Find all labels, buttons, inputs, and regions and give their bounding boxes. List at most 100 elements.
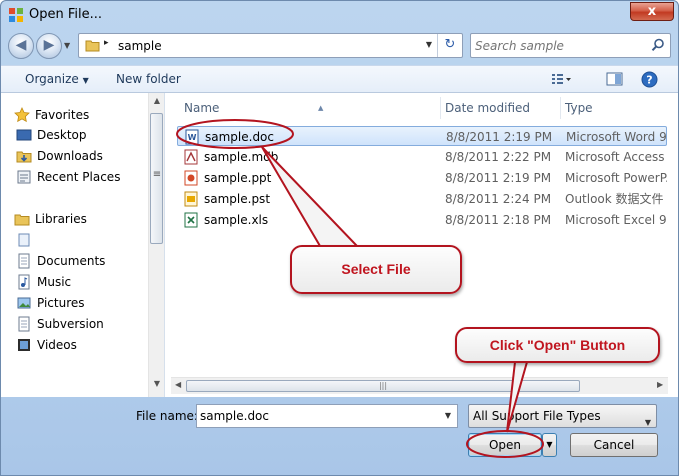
navigation-pane: Favorites Desktop Downloads Recent Place…: [1, 93, 165, 397]
scroll-left-icon[interactable]: ◀: [175, 380, 181, 389]
breadcrumb-sample[interactable]: sample: [118, 39, 162, 53]
file-type-select[interactable]: All Support File Types ▼: [468, 404, 657, 428]
nav-pane-scrollbar[interactable]: ▲ ≡ ▼: [148, 93, 164, 397]
file-name: sample.ppt: [204, 171, 272, 185]
open-button[interactable]: Open: [468, 433, 542, 457]
file-name: sample.doc: [205, 130, 274, 144]
file-type: Microsoft Word 9...: [566, 130, 668, 144]
app-icon: [9, 8, 23, 22]
back-button[interactable]: ◀: [8, 33, 34, 59]
filename-label: File name:: [136, 409, 198, 423]
file-date: 8/8/2011 2:19 PM: [446, 130, 553, 144]
new-folder-button[interactable]: New folder: [116, 72, 181, 86]
filename-combo[interactable]: ▼: [196, 404, 458, 428]
search-icon[interactable]: [651, 38, 665, 52]
file-row-sample-xls[interactable]: sample.xls 8/8/2011 2:18 PM Microsoft Ex…: [177, 210, 667, 230]
file-type-value: All Support File Types: [473, 409, 601, 423]
search-box[interactable]: [470, 33, 671, 58]
file-name: sample.pst: [204, 192, 271, 206]
scroll-up-icon[interactable]: ▲: [149, 93, 165, 109]
help-icon[interactable]: ?: [641, 71, 658, 88]
nav-documents-label: Documents: [37, 254, 106, 268]
nav-favorites-label: Favorites: [35, 108, 90, 122]
open-split-dropdown[interactable]: ▼: [542, 433, 557, 457]
folder-icon: [85, 40, 100, 52]
horizontal-scrollbar[interactable]: ◀ ||| ▶: [171, 377, 668, 394]
refresh-button[interactable]: ↻: [437, 34, 462, 57]
file-date: 8/8/2011 2:19 PM: [445, 171, 552, 185]
nav-recent-places[interactable]: Recent Places: [17, 167, 121, 187]
file-type: Outlook 数据文件: [565, 192, 664, 206]
close-button[interactable]: x: [630, 2, 674, 21]
forward-button[interactable]: ▶: [36, 33, 62, 59]
nav-videos-label: Videos: [37, 338, 77, 352]
scroll-right-icon[interactable]: ▶: [657, 380, 663, 389]
organize-label: Organize: [25, 72, 79, 86]
nav-music[interactable]: Music: [18, 272, 72, 292]
file-row-sample-ppt[interactable]: sample.ppt 8/8/2011 2:19 PM Microsoft Po…: [177, 168, 667, 188]
back-arrow-icon: ◀: [15, 37, 27, 53]
column-divider[interactable]: [440, 97, 441, 119]
title-bar[interactable]: Open File... x: [1, 1, 678, 29]
column-divider[interactable]: [560, 97, 561, 119]
address-bar[interactable]: ▸ sample ▼ ↻: [78, 33, 463, 58]
column-header-type[interactable]: Type: [565, 97, 593, 119]
nav-documents[interactable]: Documents: [18, 251, 106, 271]
subversion-icon: [18, 316, 30, 332]
horizontal-scroll-thumb[interactable]: |||: [186, 380, 580, 392]
nav-libraries[interactable]: Libraries: [14, 209, 87, 229]
nav-recent-places-label: Recent Places: [37, 170, 121, 184]
file-name: sample.xls: [204, 213, 269, 227]
address-dropdown-icon[interactable]: ▼: [426, 40, 432, 49]
nav-favorites[interactable]: Favorites: [14, 105, 90, 125]
organize-menu[interactable]: Organize ▼: [25, 72, 89, 86]
nav-desktop[interactable]: Desktop: [16, 125, 87, 145]
desktop-icon: [16, 129, 32, 141]
preview-pane-icon[interactable]: [606, 71, 623, 87]
music-icon: [18, 274, 30, 290]
cancel-button[interactable]: Cancel: [570, 433, 658, 457]
recent-locations-dropdown[interactable]: ▼: [64, 41, 70, 50]
close-icon: x: [647, 4, 657, 19]
star-icon: [14, 107, 30, 123]
filename-dropdown-icon[interactable]: ▼: [445, 411, 451, 420]
file-type: Microsoft PowerP...: [565, 171, 667, 185]
nav-downloads[interactable]: Downloads: [16, 146, 103, 166]
nav-libraries-label: Libraries: [35, 212, 87, 226]
search-input[interactable]: [475, 37, 645, 54]
downloads-folder-icon: [16, 151, 32, 163]
view-options-icon[interactable]: [551, 71, 571, 87]
nav-music-label: Music: [37, 275, 72, 289]
word-doc-icon: W: [185, 129, 199, 145]
svg-text:W: W: [188, 133, 197, 142]
column-name-label: Name: [184, 101, 220, 115]
nav-subversion-label: Subversion: [37, 317, 104, 331]
column-header-date[interactable]: Date modified: [445, 97, 530, 119]
file-type-dropdown-icon[interactable]: ▼: [645, 412, 651, 434]
nav-desktop-label: Desktop: [37, 128, 87, 142]
chevron-down-icon: ▼: [82, 76, 89, 85]
file-row-sample-pst[interactable]: sample.pst 8/8/2011 2:24 PM Outlook 数据文件: [177, 189, 667, 209]
scroll-grip-icon: ≡: [152, 169, 162, 180]
file-row-sample-mdb[interactable]: sample.mdb 8/8/2011 2:22 PM Microsoft Ac…: [177, 147, 667, 167]
videos-icon: [18, 339, 30, 351]
window-title: Open File...: [29, 7, 103, 22]
nav-downloads-label: Downloads: [37, 149, 103, 163]
nav-pictures[interactable]: Pictures: [17, 293, 85, 313]
filename-input[interactable]: [200, 408, 435, 424]
refresh-icon: ↻: [444, 37, 456, 52]
click-open-callout: Click "Open" Button: [455, 327, 660, 363]
open-file-dialog: Open File... x ◀ ▶ ▼ ▸ sample ▼ ↻ Organi…: [0, 0, 679, 476]
nav-videos[interactable]: Videos: [18, 335, 77, 355]
nav-subversion[interactable]: Subversion: [18, 314, 104, 334]
file-row-sample-doc[interactable]: W sample.doc 8/8/2011 2:19 PM Microsoft …: [177, 126, 668, 146]
file-date: 8/8/2011 2:18 PM: [445, 213, 552, 227]
pictures-icon: [17, 297, 31, 309]
scroll-down-icon[interactable]: ▼: [149, 376, 165, 392]
dialog-footer: File name: ▼ All Support File Types ▼ Op…: [1, 397, 678, 475]
column-header-name[interactable]: Name ▲: [184, 97, 434, 119]
breadcrumb-arrow-icon[interactable]: ▸: [104, 38, 109, 48]
file-type: Microsoft Excel 97...: [565, 213, 667, 227]
documents-icon: [18, 253, 30, 269]
library-icon: [18, 233, 30, 247]
